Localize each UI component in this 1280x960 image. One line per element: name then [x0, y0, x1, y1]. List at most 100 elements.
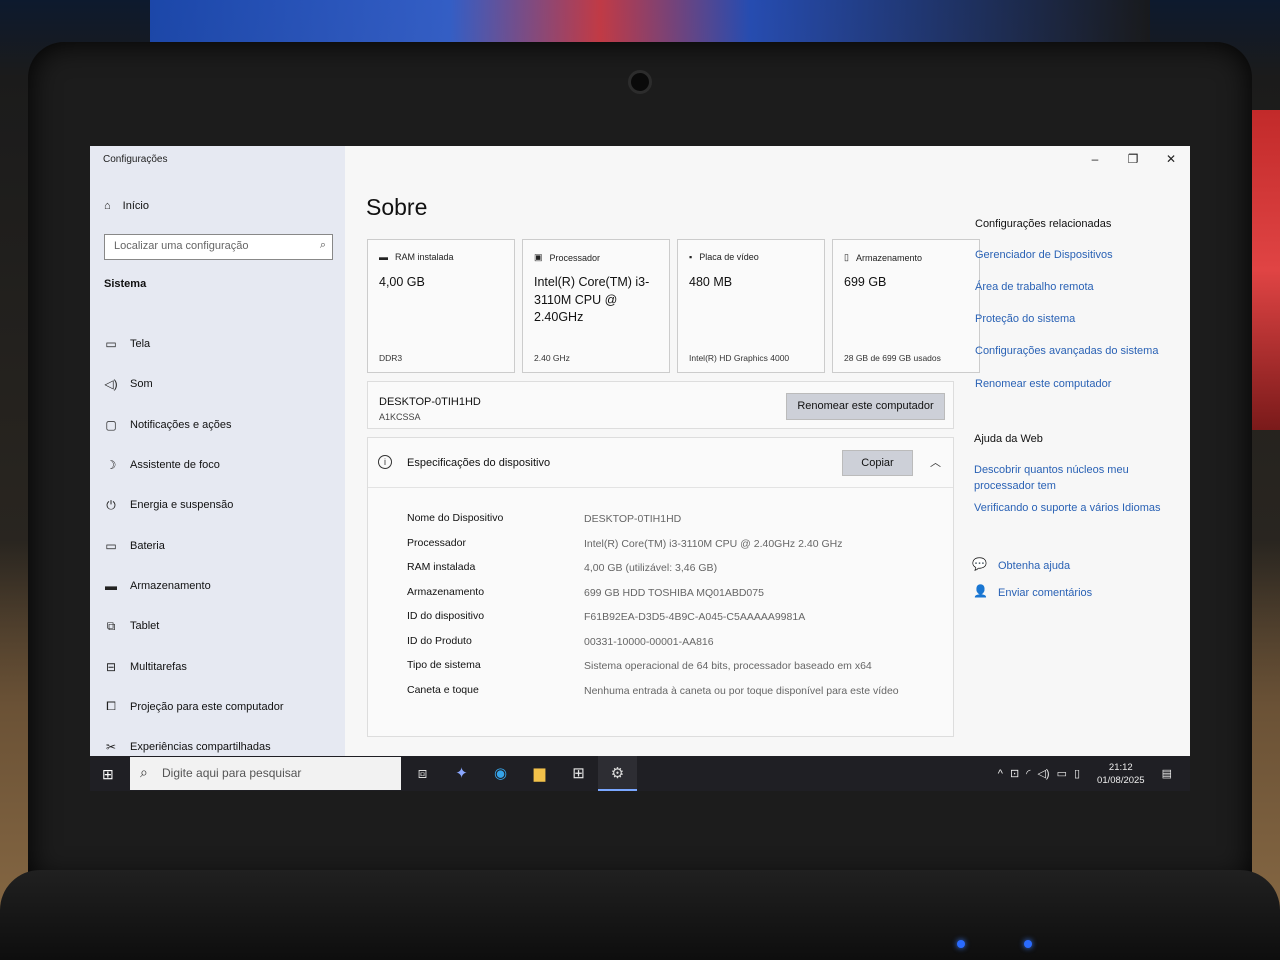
file-explorer-icon[interactable]: ▆	[520, 756, 559, 791]
notifications-icon[interactable]: ▤	[1162, 767, 1172, 780]
status-led	[1024, 940, 1032, 948]
sidebar-home[interactable]: ⌂ Início	[104, 200, 149, 212]
ram-icon: ▬	[379, 252, 388, 262]
sidebar-item-tablet[interactable]: ⧉ Tablet	[104, 606, 334, 646]
tablet-icon: ⧉	[106, 618, 116, 633]
home-icon: ⌂	[104, 200, 111, 212]
sidebar-item-label: Bateria	[130, 539, 165, 552]
card-value: 480 MB	[689, 275, 733, 289]
sidebar: Configurações ⌂ Início Localizar uma con…	[90, 146, 345, 756]
sidebar-item-multitarefas[interactable]: ⊟ Multitarefas	[104, 646, 334, 686]
spec-key: Processador	[407, 536, 466, 549]
sidebar-item-notificacoes[interactable]: ▢ Notificações e ações	[104, 405, 334, 445]
settings-gear-icon[interactable]: ⚙	[598, 756, 637, 791]
sidebar-item-projecao[interactable]: ⧠ Projeção para este computador	[104, 687, 334, 727]
task-view-icon[interactable]: ⧈	[403, 756, 442, 791]
link-cores[interactable]: Descobrir quantos núcleos meu processado…	[974, 462, 1149, 494]
defender-icon[interactable]: ⊡	[1010, 767, 1019, 780]
copilot-icon[interactable]: ✦	[442, 756, 481, 791]
card-header: Placa de vídeo	[699, 252, 759, 262]
power-icon: ⏻	[106, 497, 116, 512]
spec-value: 00331-10000-00001-AA816	[584, 635, 714, 648]
spec-key: RAM instalada	[407, 561, 476, 573]
storage-icon: ▯	[844, 252, 849, 262]
search-input[interactable]: Localizar uma configuração ⌕	[104, 234, 333, 260]
sidebar-item-label: Projeção para este computador	[130, 700, 284, 713]
device-name-box: DESKTOP-0TIH1HD A1KCSSA Renomear este co…	[367, 381, 954, 429]
spec-key: ID do dispositivo	[407, 610, 485, 622]
rename-button[interactable]: Renomear este computador	[786, 393, 945, 420]
wifi-icon[interactable]: ◜	[1026, 767, 1030, 780]
help-chat-icon: 💬	[972, 557, 987, 571]
clock-time: 21:12	[1108, 761, 1133, 773]
speaker-icon: ◁)	[104, 377, 118, 392]
spec-cards: ▬ RAM instalada 4,00 GB DDR3 ▣ Processador…	[367, 239, 980, 373]
page-title: Sobre	[366, 194, 428, 220]
sidebar-item-label: Energia e suspensão	[130, 499, 234, 512]
link-remote-desktop[interactable]: Área de trabalho remota	[975, 279, 1094, 295]
chevron-up-icon[interactable]: ^	[998, 768, 1003, 780]
card-processor: ▣ Processador Intel(R) Core(TM) i3-3110M …	[522, 239, 670, 373]
spec-value: 4,00 GB (utilizável: 3,46 GB)	[584, 562, 718, 574]
card-sub: Intel(R) HD Graphics 4000	[689, 353, 790, 363]
clock[interactable]: 21:12 01/08/2025	[1097, 761, 1145, 787]
spec-value: Intel(R) Core(TM) i3-3110M CPU @ 2.40GHz…	[584, 537, 843, 550]
link-rename-computer[interactable]: Renomear este computador	[975, 376, 1111, 392]
card-value: 4,00 GB	[379, 275, 425, 289]
multitask-icon: ⊟	[105, 659, 117, 674]
taskbar-apps: ⧈ ✦ ◉ ▆ ⊞ ⚙	[403, 756, 637, 791]
webcam-icon	[628, 70, 652, 94]
status-led	[957, 940, 965, 948]
specs-title: Especificações do dispositivo	[407, 457, 551, 469]
sidebar-item-label: Assistente de foco	[130, 459, 220, 472]
card-header: Armazenamento	[855, 252, 922, 263]
clock-date: 01/08/2025	[1097, 774, 1145, 786]
spec-key: Caneta e toque	[407, 683, 479, 696]
photo-background: Configurações ⌂ Início Localizar uma con…	[0, 0, 1280, 960]
taskbar-search-input[interactable]: ⌕ Digite aqui para pesquisar	[130, 757, 401, 790]
edge-icon[interactable]: ◉	[481, 756, 520, 791]
store-icon[interactable]: ⊞	[559, 756, 598, 791]
copy-button[interactable]: Copiar	[842, 450, 913, 476]
spec-key: Tipo de sistema	[407, 659, 481, 671]
network-icon[interactable]: ▭	[1057, 767, 1067, 780]
laptop-screen: Configurações ⌂ Início Localizar uma con…	[90, 146, 1190, 791]
sidebar-item-som[interactable]: ◁) Som	[104, 364, 334, 404]
link-device-manager[interactable]: Gerenciador de Dispositivos	[975, 247, 1113, 263]
sidebar-item-energia[interactable]: ⏻ Energia e suspensão	[104, 485, 334, 525]
sidebar-item-foco[interactable]: ☽ Assistente de foco	[104, 445, 334, 485]
search-icon: ⌕	[319, 239, 326, 251]
main-content: – ❐ ✕ Sobre ▬ RAM instalada 4,00 GB DDR3 …	[345, 146, 1190, 756]
link-system-protection[interactable]: Proteção do sistema	[975, 311, 1075, 327]
volume-icon[interactable]: ◁)	[1037, 767, 1049, 780]
card-sub: 28 GB de 699 GB usados	[844, 353, 941, 363]
taskbar: ⊞ ⌕ Digite aqui para pesquisar ⧈ ✦ ◉ ▆ ⊞…	[90, 756, 1190, 791]
sidebar-item-armazenamento[interactable]: ▬ Armazenamento	[104, 566, 334, 606]
minimize-button[interactable]: –	[1076, 148, 1114, 170]
projection-icon: ⧠	[106, 699, 116, 714]
sidebar-item-tela[interactable]: ▭ Tela	[104, 324, 334, 364]
battery-icon[interactable]: ▯	[1074, 767, 1080, 780]
gpu-icon: ▪	[689, 252, 693, 262]
close-button[interactable]: ✕	[1152, 148, 1190, 170]
link-get-help[interactable]: Obtenha ajuda	[998, 558, 1070, 574]
battery-icon: ▭	[105, 538, 117, 553]
link-feedback[interactable]: Enviar comentários	[998, 585, 1092, 601]
search-icon: ⌕	[140, 764, 148, 780]
taskbar-search-placeholder: Digite aqui para pesquisar	[162, 766, 302, 780]
workgroup: A1KCSSA	[379, 412, 421, 422]
chevron-up-icon[interactable]: ︿	[930, 454, 941, 470]
spec-value: DESKTOP-0TIH1HD	[584, 513, 682, 525]
sidebar-section-title: Sistema	[104, 278, 147, 290]
sidebar-item-bateria[interactable]: ▭ Bateria	[104, 525, 334, 565]
shared-icon: ✂	[105, 740, 117, 755]
storage-icon: ▬	[105, 578, 117, 593]
link-advanced-settings[interactable]: Configurações avançadas do sistema	[975, 343, 1158, 359]
windows-start-icon[interactable]: ⊞	[102, 766, 114, 783]
maximize-button[interactable]: ❐	[1114, 148, 1152, 170]
sidebar-item-label: Notificações e ações	[130, 418, 232, 431]
feedback-icon: 👤	[973, 584, 988, 598]
specs-header[interactable]: i Especificações do dispositivo Copiar ︿	[368, 438, 953, 488]
link-languages[interactable]: Verificando o suporte a vários Idiomas	[974, 500, 1161, 516]
cpu-icon: ▣	[534, 252, 543, 262]
